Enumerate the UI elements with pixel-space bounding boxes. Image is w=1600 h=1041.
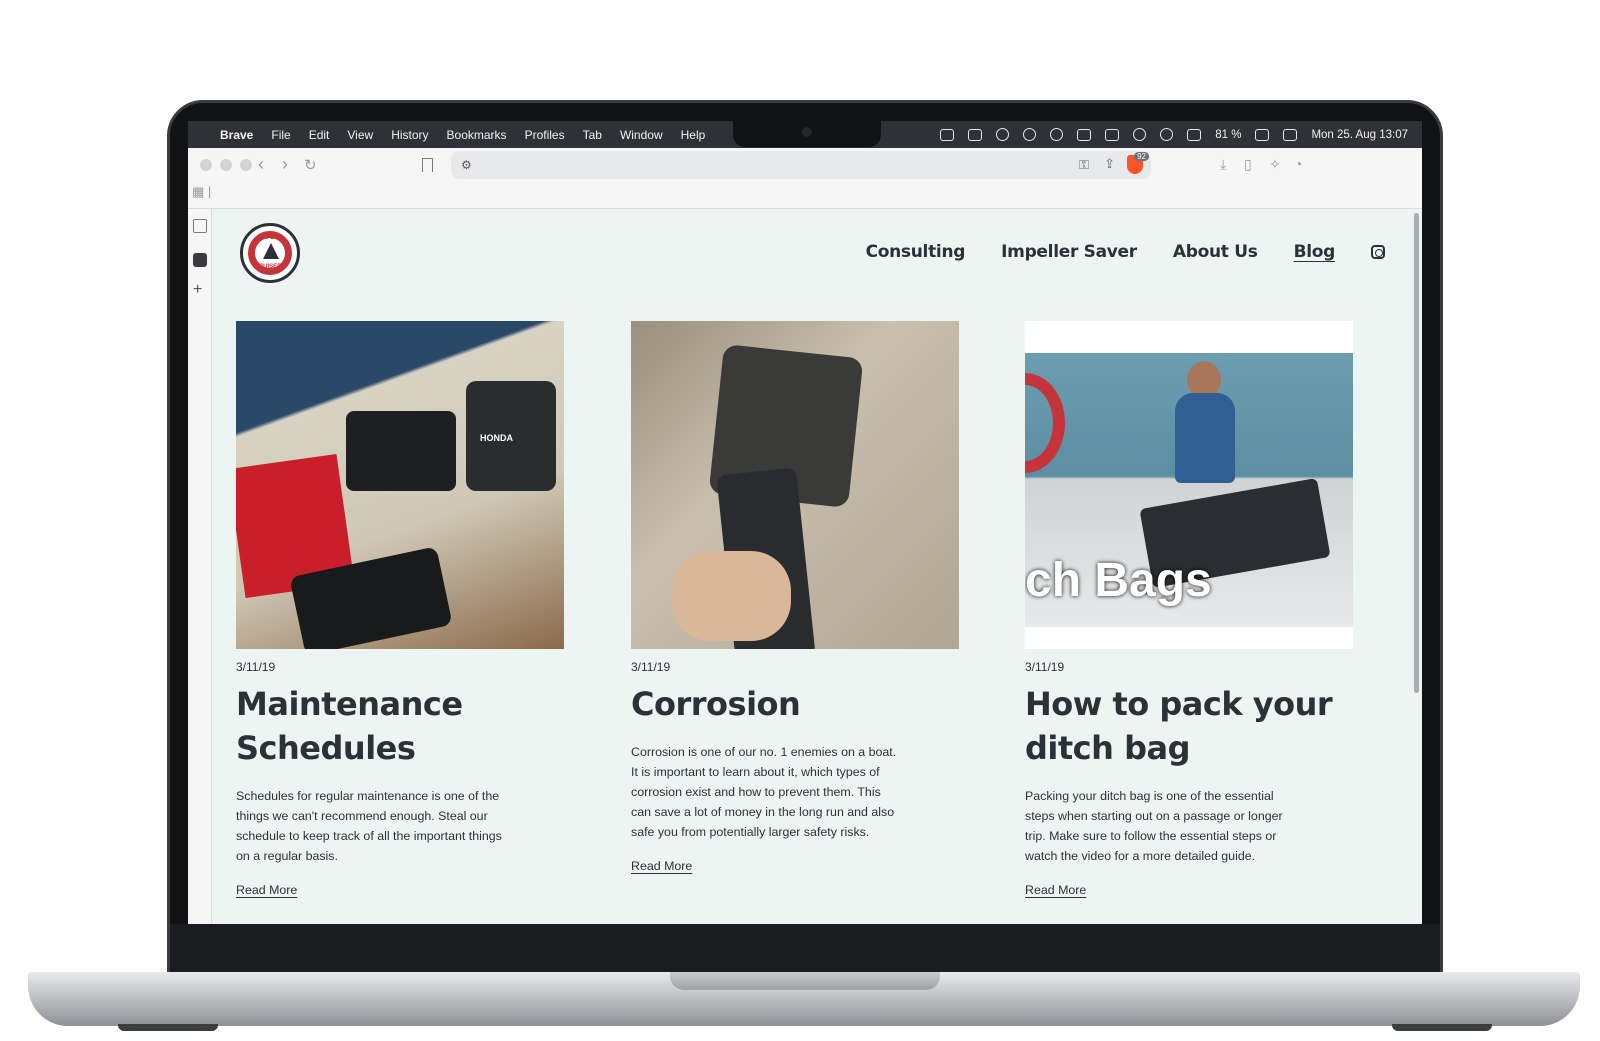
menu-app-name[interactable]: Brave <box>220 128 253 142</box>
nav-blog[interactable]: Blog <box>1294 242 1336 262</box>
image-generator: HONDA <box>466 381 556 491</box>
browser-sidebar: + <box>188 209 212 924</box>
post-card: ch Bags 3/11/19 How to pack your ditch b… <box>1025 321 1353 899</box>
stage: Brave File Edit View History Bookmarks P… <box>0 0 1600 1041</box>
battery-percent[interactable]: 81 % <box>1215 129 1241 141</box>
web-page: SAFETY CRUISERS Consulting Impeller Save… <box>212 209 1417 924</box>
menu-view[interactable]: View <box>347 128 373 142</box>
logo-text-top: SAFETY <box>258 235 282 241</box>
read-more-link[interactable]: Read More <box>236 883 297 897</box>
image-life-ring <box>1025 373 1065 473</box>
laptop-chin <box>170 924 1440 972</box>
drive-icon[interactable] <box>968 128 983 141</box>
post-image-maintenance[interactable]: HONDA <box>236 321 564 649</box>
site-settings-icon[interactable]: ⚙ <box>461 158 472 172</box>
menu-edit[interactable]: Edit <box>309 128 330 142</box>
image-brand-text: HONDA <box>480 433 513 443</box>
laptop-groove <box>670 972 940 990</box>
notion-icon[interactable] <box>1105 128 1120 141</box>
share-icon[interactable]: ⇪ <box>1104 156 1115 172</box>
page-scrollbar[interactable] <box>1414 213 1419 693</box>
post-excerpt: Corrosion is one of our no. 1 enemies on… <box>631 745 897 839</box>
openai-icon[interactable] <box>1023 128 1037 141</box>
post-card: 3/11/19 Corrosion Corrosion is one of ou… <box>631 321 959 875</box>
nav-about-us[interactable]: About Us <box>1173 242 1258 262</box>
shield-count-badge: 92 <box>1134 152 1149 161</box>
read-more-link[interactable]: Read More <box>631 859 692 873</box>
post-title[interactable]: How to pack your ditch bag <box>1025 682 1353 770</box>
read-more-link[interactable]: Read More <box>1025 883 1086 897</box>
leo-icon[interactable]: ✧ <box>1269 156 1281 173</box>
video-still: ch Bags <box>1025 353 1353 627</box>
battery-icon[interactable] <box>1255 128 1270 141</box>
browser-toolbar: ‹ › ↻ ⚙ ⚿ ⇪ 92 ⤓ ▯ ✧ ◔ ▦ | <box>188 148 1422 209</box>
window-controls <box>200 159 252 171</box>
address-bar[interactable]: ⚙ ⚿ ⇪ 92 <box>451 151 1151 179</box>
sync-icon[interactable] <box>996 128 1010 141</box>
forward-icon[interactable]: › <box>282 154 288 175</box>
sidebar-cube-icon[interactable] <box>193 253 207 267</box>
tab-grid-icon[interactable]: ▦ | <box>192 184 211 200</box>
laptop-foot-left <box>118 1024 218 1031</box>
clock[interactable]: Mon 25. Aug 13:07 <box>1311 129 1408 141</box>
menu-tab[interactable]: Tab <box>583 128 602 142</box>
post-card: HONDA 3/11/19 Maintenance Schedules Sche… <box>236 321 564 899</box>
menu-history[interactable]: History <box>391 128 428 142</box>
display-icon[interactable] <box>1187 128 1202 141</box>
video-caption: ch Bags <box>1025 554 1212 607</box>
nav-impeller-saver[interactable]: Impeller Saver <box>1001 242 1137 262</box>
play-icon[interactable] <box>1160 128 1174 141</box>
post-title[interactable]: Corrosion <box>631 682 959 726</box>
zoom-window-button[interactable] <box>240 159 252 171</box>
site-logo[interactable]: SAFETY CRUISERS <box>240 223 300 283</box>
instagram-icon[interactable] <box>1371 245 1385 259</box>
speed-icon[interactable] <box>1050 128 1064 141</box>
screen: Brave File Edit View History Bookmarks P… <box>188 121 1422 924</box>
close-window-button[interactable] <box>200 159 212 171</box>
nav-consulting[interactable]: Consulting <box>866 242 966 262</box>
back-icon[interactable]: ‹ <box>258 154 264 175</box>
site-nav: Consulting Impeller Saver About Us Blog <box>866 242 1385 262</box>
figma-icon[interactable] <box>940 128 955 141</box>
sailboat-icon <box>263 243 279 259</box>
key-icon[interactable]: ⚿ <box>1079 157 1089 173</box>
robot-icon[interactable] <box>1077 128 1092 141</box>
menu-file[interactable]: File <box>271 128 290 142</box>
compass-icon[interactable] <box>1133 128 1147 141</box>
menu-profiles[interactable]: Profiles <box>525 128 565 142</box>
post-excerpt: Packing your ditch bag is one of the ess… <box>1025 789 1283 863</box>
post-date: 3/11/19 <box>236 660 276 674</box>
menu-window[interactable]: Window <box>620 128 663 142</box>
control-center-icon[interactable] <box>1283 128 1298 141</box>
sidebar-panel-icon[interactable] <box>193 219 207 233</box>
image-black-case <box>346 411 456 491</box>
laptop-foot-right <box>1392 1024 1492 1031</box>
post-image-corrosion[interactable] <box>631 321 959 649</box>
extension-icon[interactable]: ◔ <box>1294 156 1302 172</box>
post-date: 3/11/19 <box>631 660 671 674</box>
minimize-window-button[interactable] <box>220 159 232 171</box>
logo-text-bottom: CRUISERS <box>254 264 286 270</box>
camera-icon <box>802 127 812 137</box>
post-date: 3/11/19 <box>1025 660 1065 674</box>
image-hand <box>671 551 791 641</box>
menu-bookmarks[interactable]: Bookmarks <box>447 128 507 142</box>
post-excerpt: Schedules for regular maintenance is one… <box>236 789 502 863</box>
sidebar-toggle-icon[interactable]: ▯ <box>1244 156 1252 173</box>
post-title[interactable]: Maintenance Schedules <box>236 682 564 770</box>
post-image-ditch-bag[interactable]: ch Bags <box>1025 321 1353 649</box>
image-person <box>1175 393 1235 483</box>
bookmark-icon[interactable] <box>422 158 433 172</box>
menu-help[interactable]: Help <box>681 128 706 142</box>
reload-icon[interactable]: ↻ <box>304 156 317 174</box>
download-icon[interactable]: ⤓ <box>1220 156 1226 173</box>
sidebar-add-icon[interactable]: + <box>193 282 207 298</box>
